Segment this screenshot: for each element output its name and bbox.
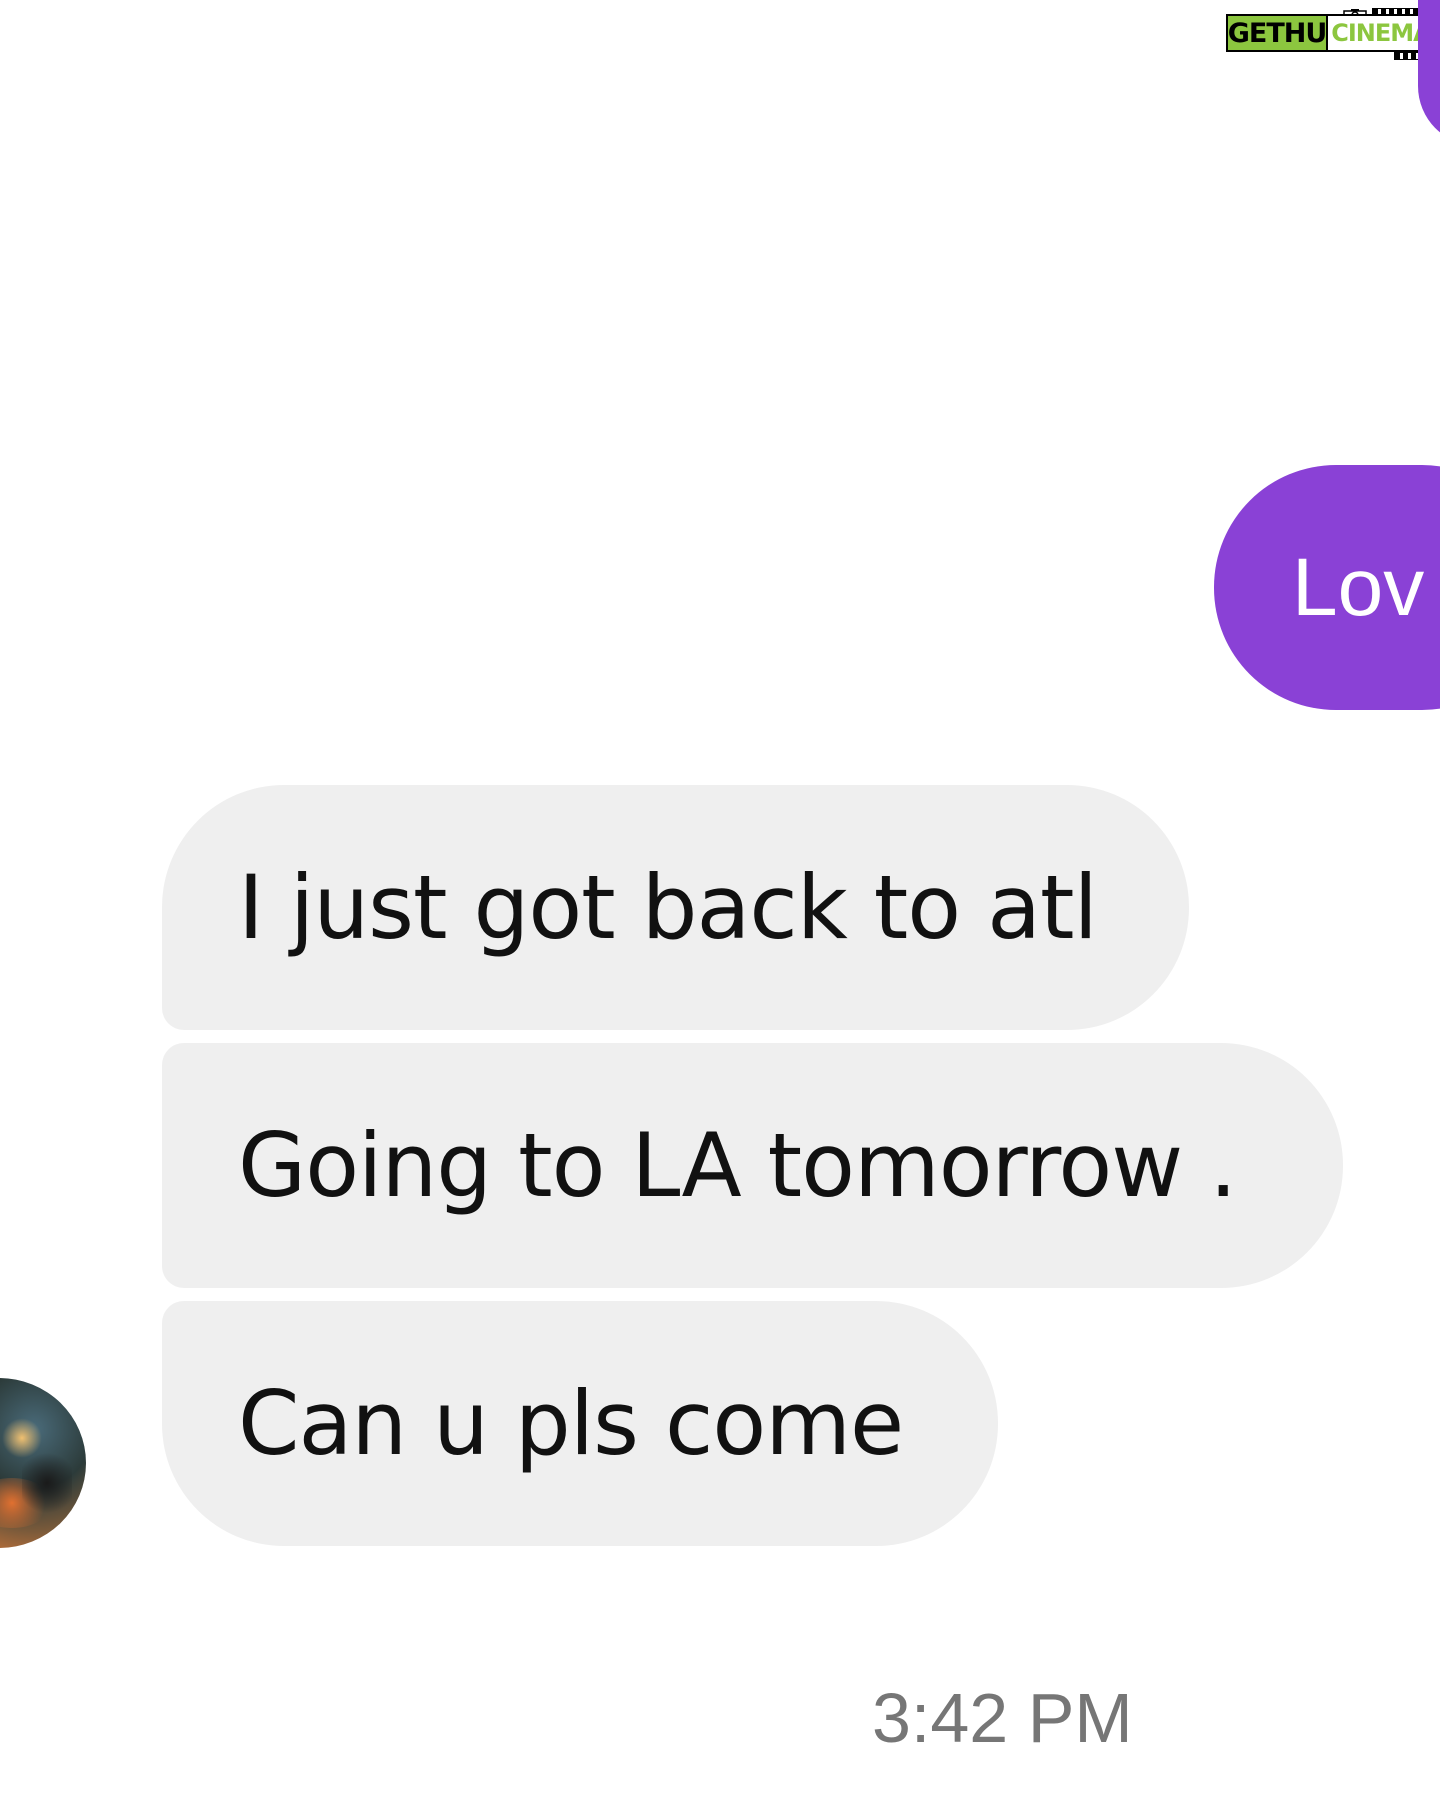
avatar-photo-detail (22, 1448, 72, 1518)
received-message-text: Going to LA tomorrow . (238, 1114, 1237, 1217)
received-message-text: I just got back to atl (238, 856, 1098, 959)
watermark-left-text: GETHU (1226, 14, 1328, 52)
received-message-bubble[interactable]: I just got back to atl (162, 785, 1189, 1030)
avatar[interactable] (0, 1378, 86, 1548)
sent-message-bubble[interactable] (1418, 0, 1440, 146)
sent-message-text: Lov (1292, 541, 1425, 633)
message-timestamp: 3:42 PM (872, 1679, 1133, 1757)
received-message-bubble[interactable]: Going to LA tomorrow . (162, 1043, 1343, 1288)
received-message-bubble[interactable]: Can u pls come (162, 1301, 998, 1546)
sent-message-bubble[interactable]: Lov (1214, 465, 1440, 710)
watermark-logo: GETHU CINEMA (1222, 8, 1440, 60)
received-message-text: Can u pls come (238, 1372, 904, 1475)
chat-screen: GETHU CINEMA Lov I just got back to atl … (0, 0, 1440, 1800)
